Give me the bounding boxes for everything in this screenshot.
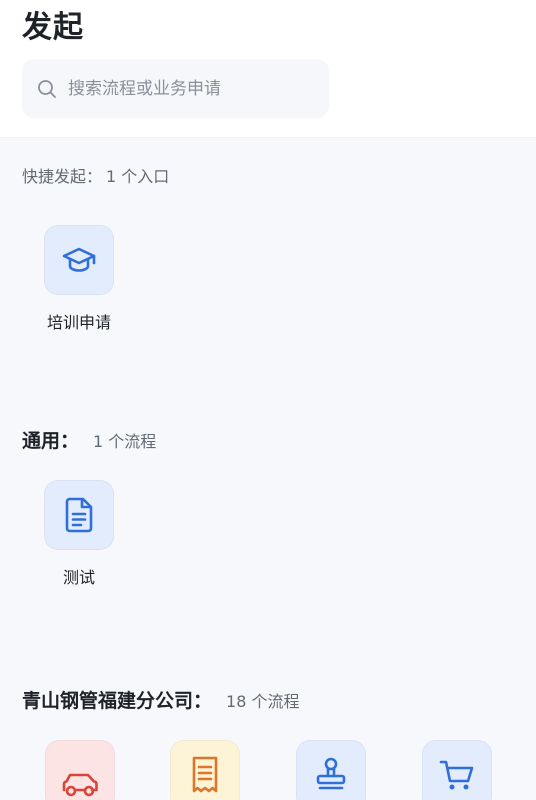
app-label: 培训申请 <box>46 313 111 332</box>
group-title: 青山钢管福建分公司： <box>22 690 213 712</box>
page-title: 发起 <box>22 10 84 45</box>
header: 发起 <box>0 0 536 138</box>
group-count: 1 个流程 <box>93 432 157 451</box>
receipt-icon <box>192 756 218 793</box>
app-purchase[interactable] <box>402 740 512 800</box>
app-label: 测试 <box>62 568 95 587</box>
app-tile[interactable] <box>170 740 240 800</box>
group-title: 通用： <box>22 430 80 452</box>
app-vehicle[interactable] <box>25 740 135 800</box>
quick-launch-count: 1 个入口 <box>106 167 170 186</box>
app-seal[interactable] <box>276 740 386 800</box>
app-training-request[interactable]: 培训申请 <box>24 225 134 333</box>
search-box[interactable] <box>22 59 329 118</box>
stamp-icon <box>316 757 346 790</box>
quick-launch-label: 快捷发起： <box>22 167 103 186</box>
group-general-header: 通用： 1 个流程 <box>22 426 156 453</box>
group-count: 18 个流程 <box>226 692 300 711</box>
group-company-header: 青山钢管福建分公司： 18 个流程 <box>22 686 299 713</box>
graduation-cap-icon <box>62 247 96 272</box>
app-test[interactable]: 测试 <box>24 480 134 588</box>
app-tile[interactable] <box>422 740 492 800</box>
search-input[interactable] <box>68 59 318 118</box>
search-icon <box>38 80 56 98</box>
app-tile[interactable] <box>45 740 115 800</box>
app-tile[interactable] <box>44 225 114 295</box>
document-icon <box>65 497 93 533</box>
quick-launch-header: 快捷发起： 1 个入口 <box>22 163 169 187</box>
app-tile[interactable] <box>296 740 366 800</box>
app-tile[interactable] <box>44 480 114 550</box>
car-icon <box>62 773 98 797</box>
app-reimbursement[interactable] <box>150 740 260 800</box>
shopping-cart-icon <box>439 760 474 790</box>
